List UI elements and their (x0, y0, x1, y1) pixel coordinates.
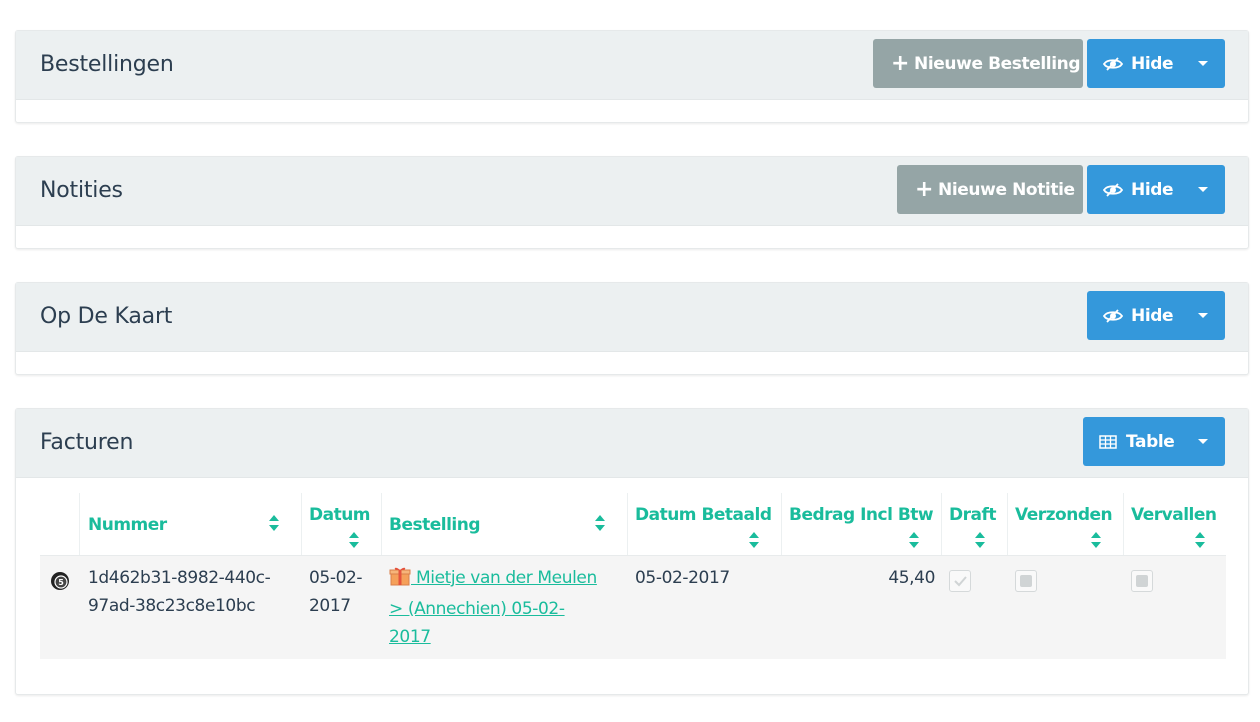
gift-icon (389, 566, 411, 595)
sort-icon[interactable] (594, 514, 606, 532)
nieuwe-bestelling-label: Nieuwe Bestelling (914, 53, 1081, 74)
bestelling-link[interactable]: Mietje van der Meulen (389, 564, 597, 595)
nummer-line: 97ad-38c23c8e10bc (88, 596, 256, 616)
sort-icon[interactable] (908, 531, 920, 549)
nieuwe-notitie-label: Nieuwe Notitie (938, 179, 1075, 200)
kaart-title: Op De Kaart (40, 304, 173, 329)
table-view-button[interactable]: Table (1083, 417, 1225, 466)
invoices-table: Nummer Datum Bestelling Datum Betaald Be… (40, 493, 1226, 659)
notities-panel: Notities + Nieuwe Notitie Hide (15, 156, 1249, 249)
sort-icon[interactable] (348, 531, 360, 549)
table-icon (1099, 434, 1117, 449)
eye-slash-icon (1103, 182, 1123, 198)
eye-slash-icon (1103, 56, 1123, 72)
header-nummer[interactable]: Nummer (88, 515, 167, 535)
kaart-heading: Op De Kaart Hide (16, 283, 1248, 352)
cell-nummer: 1d462b31-8982-440c- 97ad-38c23c8e10bc (88, 564, 271, 620)
hide-label: Hide (1131, 179, 1174, 200)
svg-text:5: 5 (58, 578, 64, 587)
table-row: 5 1d462b31-8982-440c- 97ad-38c23c8e10bc … (40, 555, 1226, 659)
datum-line: 05-02- (309, 568, 363, 588)
bestelling-link-text[interactable]: Mietje van der Meulen (411, 568, 597, 588)
nieuwe-notitie-button[interactable]: + Nieuwe Notitie (897, 165, 1083, 214)
caret-down-icon (1198, 313, 1208, 318)
cell-datum: 05-02- 2017 (309, 564, 363, 620)
header-draft[interactable]: Draft (949, 505, 997, 525)
kaart-panel: Op De Kaart Hide (15, 282, 1249, 375)
bestellingen-panel: Bestellingen + Nieuwe Bestelling Hide (15, 30, 1249, 123)
header-vervallen[interactable]: Vervallen (1131, 505, 1217, 525)
sort-icon[interactable] (1090, 531, 1102, 549)
hide-label: Hide (1131, 53, 1174, 74)
header-verzonden[interactable]: Verzonden (1015, 505, 1113, 525)
header-datum-betaald[interactable]: Datum Betaald (635, 505, 772, 525)
caret-down-icon (1198, 439, 1208, 444)
hide-kaart-button[interactable]: Hide (1087, 291, 1225, 340)
plus-icon: + (891, 51, 910, 76)
bestellingen-heading: Bestellingen + Nieuwe Bestelling Hide (16, 31, 1248, 100)
caret-down-icon (1198, 61, 1208, 66)
sort-icon[interactable] (748, 531, 760, 549)
datum-line: 2017 (309, 596, 351, 616)
cell-bestelling: Mietje van der Meulen > (Annechien) 05-0… (389, 564, 597, 651)
notities-title: Notities (40, 178, 123, 203)
facturen-panel: Facturen Table Nummer Datum Bestelling D… (15, 408, 1249, 695)
header-bestelling[interactable]: Bestelling (389, 515, 481, 535)
caret-down-icon (1198, 187, 1208, 192)
hide-label: Hide (1131, 305, 1174, 326)
verzonden-checkbox[interactable] (1015, 570, 1037, 592)
header-bedrag[interactable]: Bedrag Incl Btw (789, 505, 934, 525)
table-view-label: Table (1126, 431, 1175, 452)
bestellingen-title: Bestellingen (40, 52, 174, 77)
hide-bestellingen-button[interactable]: Hide (1087, 39, 1225, 88)
header-datum[interactable]: Datum (309, 505, 371, 525)
check-icon (954, 576, 967, 587)
facturen-title: Facturen (40, 430, 134, 455)
notities-heading: Notities + Nieuwe Notitie Hide (16, 157, 1248, 226)
cell-datum-betaald: 05-02-2017 (635, 568, 730, 588)
plus-icon: + (915, 177, 934, 202)
hide-notities-button[interactable]: Hide (1087, 165, 1225, 214)
eye-slash-icon (1103, 308, 1123, 324)
vervallen-checkbox[interactable] (1131, 570, 1153, 592)
sort-icon[interactable] (974, 531, 986, 549)
cell-bedrag: 45,40 (888, 568, 935, 588)
sort-icon[interactable] (1194, 531, 1206, 549)
bestelling-link-text[interactable]: 2017 (389, 623, 431, 651)
bestelling-link-text[interactable]: > (Annechien) 05-02- (389, 595, 565, 623)
checkbox-fill (1020, 575, 1032, 587)
facturen-heading: Facturen Table (16, 409, 1248, 478)
row-badge-icon: 5 (50, 571, 70, 595)
nummer-line: 1d462b31-8982-440c- (88, 568, 271, 588)
checkbox-fill (1136, 575, 1148, 587)
sort-icon[interactable] (268, 514, 280, 532)
draft-checkbox[interactable] (949, 570, 971, 592)
nieuwe-bestelling-button[interactable]: + Nieuwe Bestelling (873, 39, 1083, 88)
